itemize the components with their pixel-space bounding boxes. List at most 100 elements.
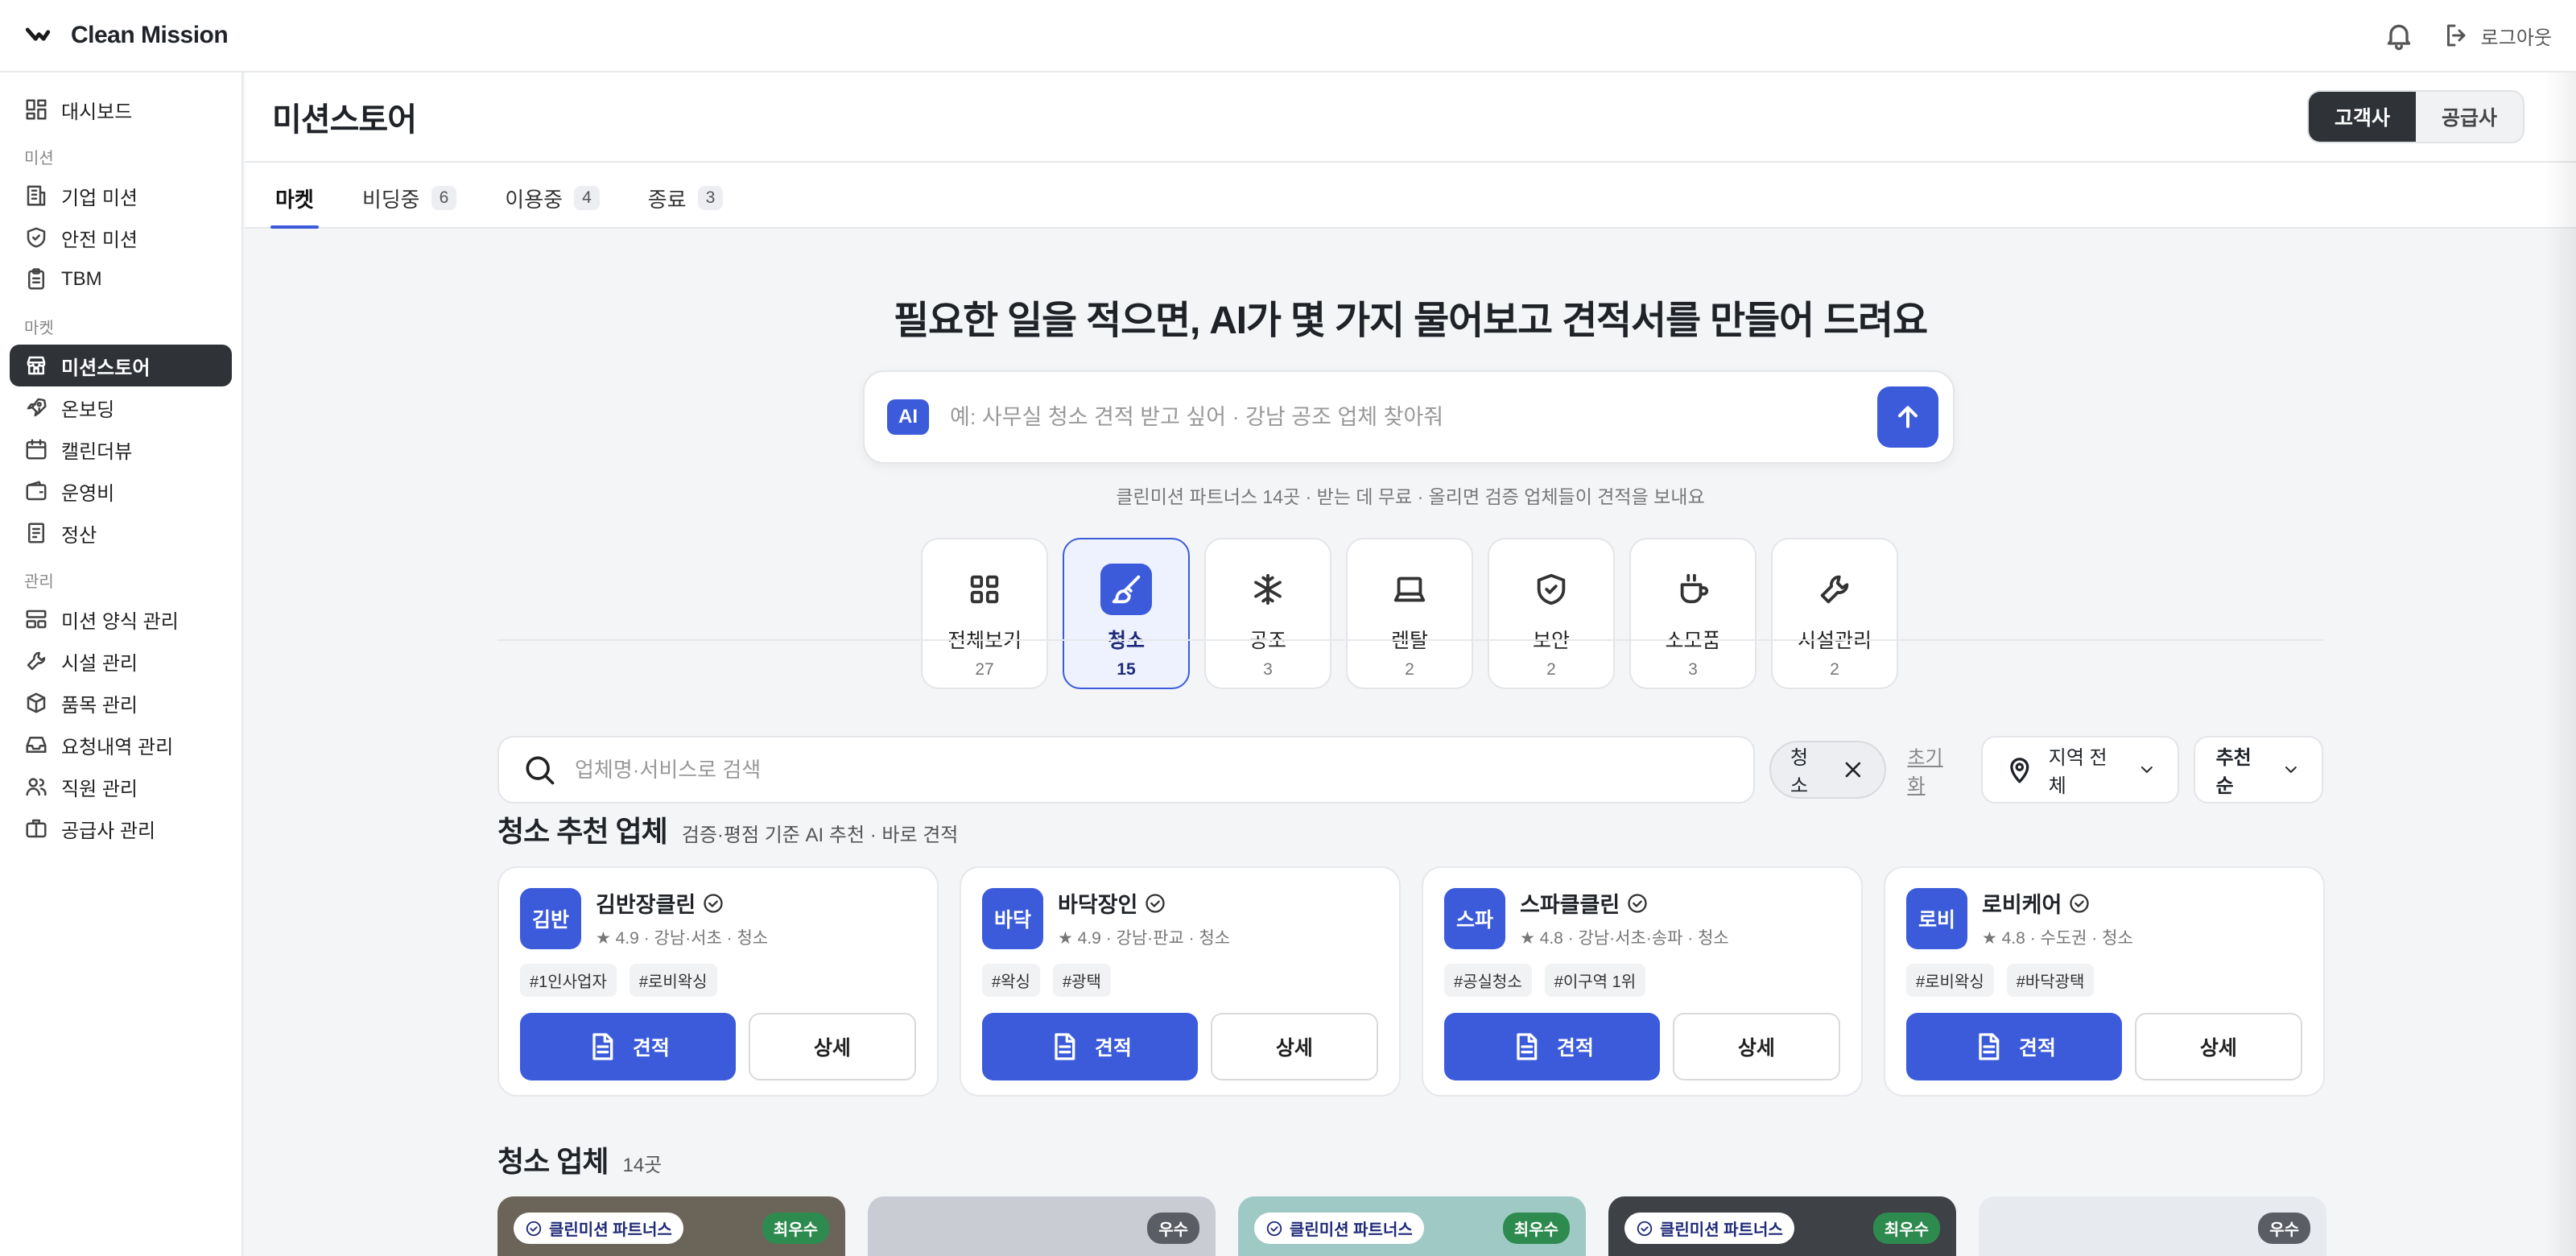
vendor-tag: #바닥광택 xyxy=(2006,964,2095,997)
sidebar-item-settlement[interactable]: 정산 xyxy=(10,512,232,554)
chevron-down-icon xyxy=(2285,766,2297,773)
category-all[interactable]: 전체보기 27 xyxy=(921,538,1048,689)
category-count: 27 xyxy=(975,660,994,679)
sidebar-item-label: 직원 관리 xyxy=(61,778,138,800)
users-icon xyxy=(26,778,47,796)
role-customer-button[interactable]: 고객사 xyxy=(2308,92,2416,142)
briefcase-icon xyxy=(26,819,47,838)
sidebar-item-mission-templates[interactable]: 미션 양식 관리 xyxy=(10,598,232,640)
recommended-header: 청소 추천 업체 검증·평점 기준 AI 추천 · 바로 견적 xyxy=(497,808,958,850)
verified-icon xyxy=(1637,1221,1653,1236)
sidebar-item-facility-manage[interactable]: 시설 관리 xyxy=(10,640,232,682)
category-supplies[interactable]: 소모품 3 xyxy=(1629,538,1757,689)
hero-title: 필요한 일을 적으면, AI가 몇 가지 물어보고 견적서를 만들어 드려요 xyxy=(894,300,1928,342)
sidebar-item-safety-mission[interactable]: 안전 미션 xyxy=(10,217,232,258)
recommended-vendor-card[interactable]: 바닥 바닥장인 ★ 4.9 · 강남·판교 · 청소 #왁싱 #광택 견적 상세 xyxy=(960,866,1401,1097)
app-logo[interactable]: Clean Mission xyxy=(24,22,229,49)
recommended-vendor-card[interactable]: 로비 로비케어 ★ 4.8 · 수도권 · 청소 #로비왁싱 #바닥광택 견적 … xyxy=(1884,866,2325,1097)
sidebar-item-dashboard[interactable]: 대시보드 xyxy=(10,89,232,130)
vendor-card[interactable]: 클린미션 파트너스 최우수 xyxy=(497,1196,845,1256)
category-rental[interactable]: 렌탈 2 xyxy=(1346,538,1473,689)
vendor-meta: ★ 4.9 · 강남·서초 · 청소 xyxy=(596,929,769,948)
sidebar-item-onboarding[interactable]: 온보딩 xyxy=(10,386,232,428)
vendor-card[interactable]: 우수 xyxy=(1979,1196,2326,1256)
vendor-tag: #광택 xyxy=(1052,964,1111,997)
logout-label: 로그아웃 xyxy=(2480,27,2552,49)
layout-icon xyxy=(26,609,47,629)
category-list: 전체보기 27 청소 15 공조 3 렌탈 2 보안 2 소모품 3 시설관리 … xyxy=(921,538,1898,689)
partner-label: 클린미션 파트너스 xyxy=(1660,1221,1783,1239)
quote-label: 견적 xyxy=(2018,1037,2056,1060)
inbox-icon xyxy=(26,737,47,753)
sidebar-item-calendar-view[interactable]: 캘린더뷰 xyxy=(10,428,232,470)
vendor-card[interactable]: 우수 xyxy=(868,1196,1216,1256)
reset-filters-link[interactable]: 초기화 xyxy=(1907,742,1960,798)
quote-button[interactable]: 견적 xyxy=(520,1013,736,1080)
sidebar-item-tbm[interactable]: TBM xyxy=(10,258,232,300)
sidebar-item-corporate-mission[interactable]: 기업 미션 xyxy=(10,175,232,217)
detail-button[interactable]: 상세 xyxy=(748,1013,916,1080)
region-select[interactable]: 지역 전체 xyxy=(1981,736,2179,804)
category-hvac[interactable]: 공조 3 xyxy=(1204,538,1331,689)
sidebar-item-supplier-manage[interactable]: 공급사 관리 xyxy=(10,808,232,849)
bell-icon[interactable] xyxy=(2383,19,2415,52)
grade-badge: 최우수 xyxy=(1872,1213,1940,1244)
sidebar-item-operating-cost[interactable]: 운영비 xyxy=(10,470,232,512)
tab-ended[interactable]: 종료 3 xyxy=(643,169,729,227)
tab-in-use[interactable]: 이용중 4 xyxy=(500,169,604,227)
partner-badge: 클린미션 파트너스 xyxy=(1254,1213,1424,1244)
wrench-icon xyxy=(27,651,46,671)
rocket-icon xyxy=(27,398,47,417)
quote-button[interactable]: 견적 xyxy=(1906,1013,2122,1080)
recommended-subtitle: 검증·평점 기준 AI 추천 · 바로 견적 xyxy=(681,824,959,846)
vendor-tag: #공실청소 xyxy=(1444,964,1532,997)
tab-bidding[interactable]: 비딩중 6 xyxy=(357,169,461,227)
category-cleaning[interactable]: 청소 15 xyxy=(1063,538,1190,689)
role-supplier-button[interactable]: 공급사 xyxy=(2416,92,2523,142)
detail-button[interactable]: 상세 xyxy=(2134,1013,2302,1080)
receipt-icon xyxy=(28,523,44,543)
detail-button[interactable]: 상세 xyxy=(1210,1013,1378,1080)
sidebar-item-label: 품목 관리 xyxy=(61,694,138,717)
sidebar-item-staff-manage[interactable]: 직원 관리 xyxy=(10,766,232,808)
ai-badge: AI xyxy=(887,399,929,435)
top-bar: Clean Mission 로그아웃 xyxy=(0,0,2576,72)
sidebar-item-mission-store[interactable]: 미션스토어 xyxy=(10,345,232,386)
send-button[interactable] xyxy=(1877,386,1938,448)
recommended-vendor-card[interactable]: 김반 김반장클린 ★ 4.9 · 강남·서초 · 청소 #1인사업자 #로비왁싱… xyxy=(497,866,939,1097)
store-icon xyxy=(27,356,46,375)
logout-button[interactable]: 로그아웃 xyxy=(2442,21,2552,50)
category-facility[interactable]: 시설관리 2 xyxy=(1771,538,1898,689)
quote-button[interactable]: 견적 xyxy=(1444,1013,1660,1080)
verified-icon xyxy=(1628,893,1647,913)
vendor-search-input[interactable] xyxy=(575,757,1731,783)
tab-market[interactable]: 마켓 xyxy=(270,169,319,229)
vendor-logo: 로비 xyxy=(1906,887,1967,949)
grid-icon xyxy=(970,575,999,604)
arrow-up-icon xyxy=(1898,406,1918,428)
close-icon[interactable] xyxy=(1840,757,1866,783)
active-filter-chip[interactable]: 청소 xyxy=(1769,741,1887,799)
ai-prompt-input[interactable] xyxy=(950,404,1877,430)
sidebar-item-label: 기업 미션 xyxy=(61,187,138,209)
tab-count-badge: 6 xyxy=(431,186,457,210)
recommended-title: 청소 추천 업체 xyxy=(497,815,668,848)
sidebar: 대시보드 미션 기업 미션 안전 미션 TBM 마켓 미션스토어 온보딩 캘린더… xyxy=(0,72,243,1256)
recommended-vendor-card[interactable]: 스파 스파클클린 ★ 4.8 · 강남·서초·송파 · 청소 #공실청소 #이구… xyxy=(1422,866,1863,1097)
vendor-card[interactable]: 클린미션 파트너스 최우수 xyxy=(1238,1196,1586,1256)
grade-badge: 우수 xyxy=(1147,1213,1199,1244)
sort-select[interactable]: 추천순 xyxy=(2193,736,2323,804)
vendor-tag: #이구역 1위 xyxy=(1544,964,1646,997)
quote-button[interactable]: 견적 xyxy=(982,1013,1198,1080)
detail-button[interactable]: 상세 xyxy=(1672,1013,1840,1080)
vendor-card[interactable]: 클린미션 파트너스 최우수 xyxy=(1608,1196,1956,1256)
wallet-icon xyxy=(26,481,47,501)
vendors-header: 청소 업체 14곳 xyxy=(497,1138,662,1180)
partner-badge: 클린미션 파트너스 xyxy=(514,1213,683,1244)
verified-icon xyxy=(526,1221,542,1236)
sidebar-item-item-manage[interactable]: 품목 관리 xyxy=(10,682,232,724)
sidebar-item-request-manage[interactable]: 요청내역 관리 xyxy=(10,724,232,766)
logo-check-icon xyxy=(25,27,51,41)
category-security[interactable]: 보안 2 xyxy=(1488,538,1615,689)
recommended-vendor-list: 김반 김반장클린 ★ 4.9 · 강남·서초 · 청소 #1인사업자 #로비왁싱… xyxy=(497,866,2325,1097)
